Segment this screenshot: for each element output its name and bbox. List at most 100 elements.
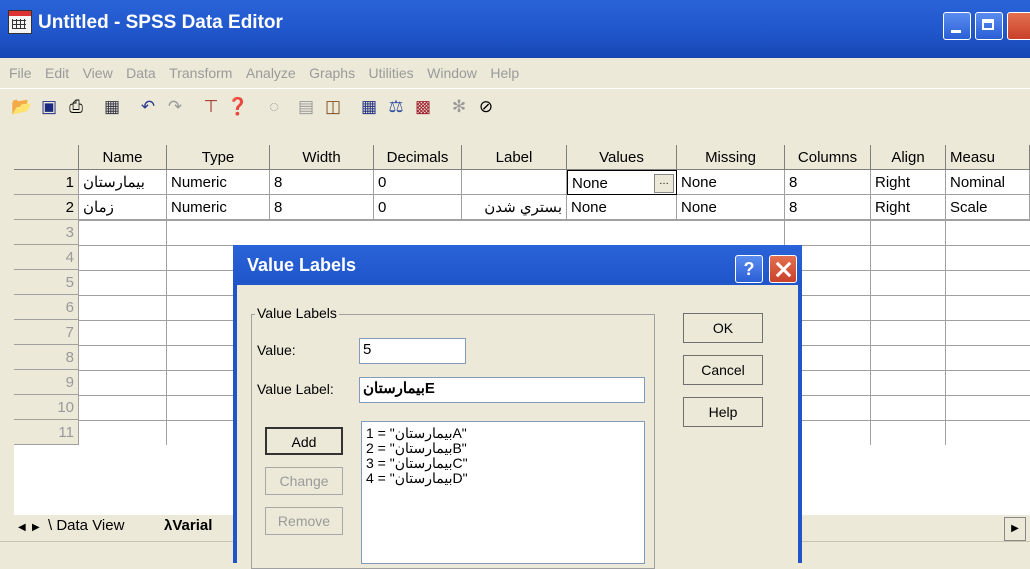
- row-number[interactable]: 9: [14, 370, 79, 395]
- col-header-name[interactable]: Name: [79, 145, 167, 170]
- tab-data-view[interactable]: \ Data View: [48, 517, 124, 534]
- menu-graphs[interactable]: Graphs: [309, 58, 355, 88]
- menu-view[interactable]: View: [83, 58, 113, 88]
- find-icon[interactable]: ◌: [262, 95, 286, 119]
- add-button[interactable]: Add: [265, 427, 343, 455]
- menu-transform[interactable]: Transform: [169, 58, 232, 88]
- values-ellipsis-button[interactable]: …: [654, 174, 674, 193]
- tab-scroll-right-icon[interactable]: ▶: [32, 522, 40, 533]
- menu-window[interactable]: Window: [427, 58, 477, 88]
- row-number[interactable]: 7: [14, 320, 79, 345]
- save-icon[interactable]: ▣: [37, 95, 61, 119]
- cell-name[interactable]: زمان: [79, 195, 167, 220]
- value-label-field-label: Value Label:: [257, 381, 334, 397]
- col-header-missing[interactable]: Missing: [677, 145, 785, 170]
- cell-decimals[interactable]: 0: [374, 195, 462, 220]
- cell-missing[interactable]: None: [677, 195, 785, 220]
- col-header-decimals[interactable]: Decimals: [374, 145, 462, 170]
- cell-values-text: None: [572, 175, 608, 192]
- tab-variable-view-label: Varial: [172, 517, 213, 534]
- value-labels-icon[interactable]: ✻: [447, 95, 471, 119]
- menu-data[interactable]: Data: [126, 58, 156, 88]
- list-item[interactable]: 2 = "بيمارستانB": [366, 441, 640, 456]
- cell-width[interactable]: 8: [270, 195, 374, 220]
- cell-label[interactable]: [462, 170, 567, 195]
- change-button[interactable]: Change: [265, 467, 343, 495]
- cancel-button[interactable]: Cancel: [683, 355, 763, 385]
- tab-variable-view[interactable]: λVarial: [164, 517, 212, 534]
- cell-missing[interactable]: None: [677, 170, 785, 195]
- grid-divider: [945, 220, 946, 445]
- tab-scroll-left-icon[interactable]: ◀: [18, 522, 26, 533]
- row-number[interactable]: 10: [14, 395, 79, 420]
- cell-measure[interactable]: Scale: [946, 195, 1030, 220]
- row-number[interactable]: 2: [14, 195, 79, 220]
- col-header-columns[interactable]: Columns: [785, 145, 871, 170]
- select-cases-icon[interactable]: ▩: [411, 95, 435, 119]
- remove-button[interactable]: Remove: [265, 507, 343, 535]
- cell-measure[interactable]: Nominal: [946, 170, 1030, 195]
- col-header-width[interactable]: Width: [270, 145, 374, 170]
- scroll-right-icon[interactable]: ▶: [1004, 517, 1026, 541]
- menu-utilities[interactable]: Utilities: [369, 58, 414, 88]
- variables-icon[interactable]: ❓: [226, 95, 250, 119]
- ok-button[interactable]: OK: [683, 313, 763, 343]
- insert-variable-icon[interactable]: ◫: [321, 95, 345, 119]
- cell-name[interactable]: بيمارستان: [79, 170, 167, 195]
- cell-values[interactable]: None …: [567, 170, 677, 195]
- undo-icon[interactable]: ↶: [136, 95, 160, 119]
- col-header-measure[interactable]: Measu: [946, 145, 1030, 170]
- redo-icon[interactable]: ↷: [163, 95, 187, 119]
- dialog-recall-icon[interactable]: ▦: [100, 95, 124, 119]
- cell-align[interactable]: Right: [871, 195, 946, 220]
- cell-values[interactable]: None: [567, 195, 677, 220]
- col-header-label[interactable]: Label: [462, 145, 567, 170]
- menu-help[interactable]: Help: [490, 58, 519, 88]
- cell-decimals[interactable]: 0: [374, 170, 462, 195]
- col-header-type[interactable]: Type: [167, 145, 270, 170]
- value-label-input[interactable]: بيمارستانE: [359, 377, 645, 403]
- help-button[interactable]: Help: [683, 397, 763, 427]
- maximize-button[interactable]: [975, 12, 1003, 40]
- menu-bar: File Edit View Data Transform Analyze Gr…: [0, 58, 1030, 88]
- use-sets-icon[interactable]: ⊘: [474, 95, 498, 119]
- row-number[interactable]: 11: [14, 420, 79, 445]
- row-number[interactable]: 5: [14, 270, 79, 295]
- close-button[interactable]: [1007, 12, 1030, 40]
- open-folder-icon[interactable]: 📂: [10, 95, 34, 119]
- cell-columns[interactable]: 8: [785, 195, 871, 220]
- menu-file[interactable]: File: [9, 58, 32, 88]
- row-number[interactable]: 8: [14, 345, 79, 370]
- cell-label[interactable]: بستري شدن: [462, 195, 567, 220]
- split-file-icon[interactable]: ▦: [357, 95, 381, 119]
- goto-case-icon[interactable]: ⊤: [199, 95, 223, 119]
- dialog-help-icon[interactable]: ?: [735, 255, 763, 283]
- row-number[interactable]: 6: [14, 295, 79, 320]
- cell-align[interactable]: Right: [871, 170, 946, 195]
- row-number[interactable]: 4: [14, 245, 79, 270]
- dialog-close-icon[interactable]: [769, 255, 797, 283]
- minimize-button[interactable]: [943, 12, 971, 40]
- list-item[interactable]: 4 = "بيمارستانD": [366, 471, 640, 486]
- col-header-values[interactable]: Values: [567, 145, 677, 170]
- cell-columns[interactable]: 8: [785, 170, 871, 195]
- list-item[interactable]: 3 = "بيمارستانC": [366, 456, 640, 471]
- dialog-title-bar: Value Labels ?: [233, 245, 802, 285]
- list-item[interactable]: 1 = "بيمارستانA": [366, 426, 640, 441]
- weight-cases-icon[interactable]: ⚖: [384, 95, 408, 119]
- dialog-body: Value Labels Value: 5 Value Label: بيمار…: [237, 285, 798, 569]
- cell-width[interactable]: 8: [270, 170, 374, 195]
- value-input[interactable]: 5: [359, 338, 466, 364]
- insert-cases-icon[interactable]: ▤: [294, 95, 318, 119]
- spss-app-icon[interactable]: [8, 10, 32, 34]
- print-icon[interactable]: ⎙: [64, 95, 88, 119]
- col-header-align[interactable]: Align: [871, 145, 946, 170]
- row-number[interactable]: 3: [14, 220, 79, 245]
- menu-edit[interactable]: Edit: [45, 58, 69, 88]
- row-number[interactable]: 1: [14, 170, 79, 195]
- cell-type[interactable]: Numeric: [167, 170, 270, 195]
- cell-type[interactable]: Numeric: [167, 195, 270, 220]
- value-labels-dialog: Value Labels ? Value Labels Value: 5 Val…: [233, 245, 802, 569]
- menu-analyze[interactable]: Analyze: [246, 58, 296, 88]
- value-labels-list[interactable]: 1 = "بيمارستانA" 2 = "بيمارستانB" 3 = "ب…: [361, 421, 645, 564]
